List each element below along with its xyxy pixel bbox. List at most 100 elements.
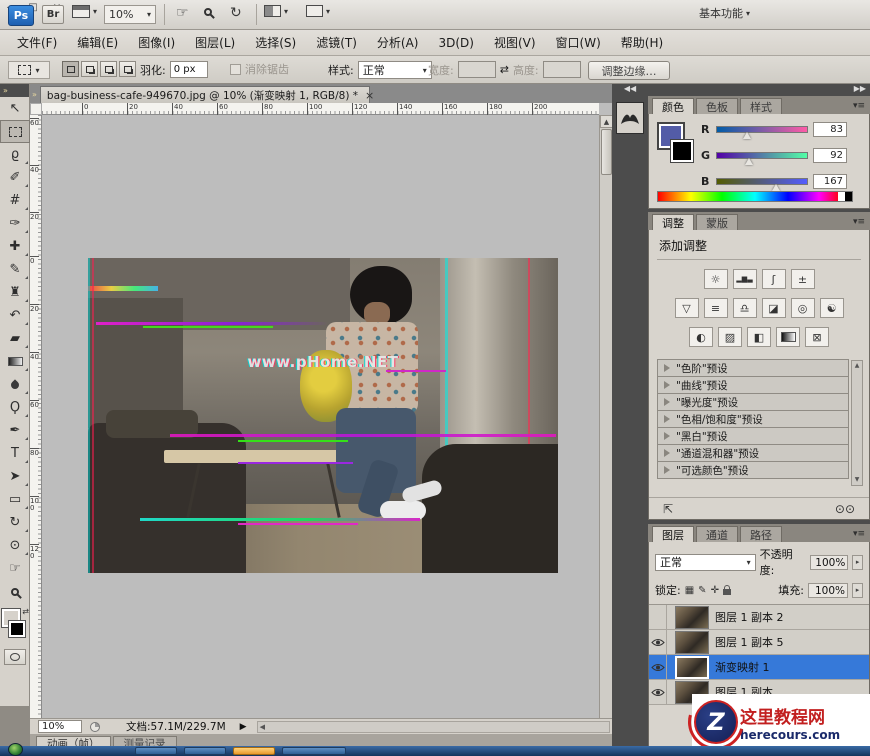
preset-channel-mixer[interactable]: "通道混和器"预设 — [657, 444, 849, 462]
subtract-from-selection-button[interactable] — [100, 61, 117, 77]
expand-triangle-icon[interactable] — [664, 364, 670, 372]
swap-colors-icon[interactable]: ⇄ — [22, 607, 29, 616]
tab-masks[interactable]: 蒙版 — [696, 214, 738, 230]
add-to-selection-button[interactable] — [81, 61, 98, 77]
menu-view[interactable]: 视图(V) — [485, 31, 545, 54]
opacity-value[interactable]: 100% — [810, 555, 849, 570]
layer-name[interactable]: 图层 1 副本 2 — [715, 609, 784, 625]
visibility-toggle[interactable] — [649, 630, 667, 655]
slider-thumb[interactable] — [743, 132, 751, 139]
arrange-documents-button[interactable]: ▾ — [264, 5, 288, 17]
panel-menu-icon[interactable]: ▾≡ — [853, 217, 870, 230]
close-tab-icon[interactable]: × — [365, 89, 374, 102]
menu-window[interactable]: 窗口(W) — [547, 31, 610, 54]
eyedropper-tool[interactable]: ✑ — [0, 212, 30, 235]
red-value-input[interactable]: 83 — [813, 122, 847, 137]
white-black-cells[interactable] — [838, 192, 852, 201]
screen-mode-button[interactable]: ▾ — [306, 5, 330, 17]
levels-icon[interactable]: ▂▆▃ — [733, 269, 757, 289]
vertical-scrollbar[interactable]: ▲ ▼ — [599, 115, 612, 735]
status-menu-arrow[interactable]: ▶ — [240, 722, 247, 732]
exposure-icon[interactable]: ± — [791, 269, 815, 289]
style-select[interactable]: 正常 ▾ — [358, 61, 432, 79]
intersect-selection-button[interactable] — [119, 61, 136, 77]
3d-rotate-tool[interactable]: ↻ — [0, 511, 30, 534]
tools-collapse-strip[interactable]: » — [0, 84, 29, 97]
tab-swatches[interactable]: 色板 — [696, 98, 738, 114]
lock-transparency-icon[interactable]: ▦ — [685, 585, 694, 596]
layer-name[interactable]: 渐变映射 1 — [715, 659, 770, 675]
lock-all-icon[interactable] — [723, 589, 731, 595]
preset-exposure[interactable]: "曝光度"预设 — [657, 393, 849, 411]
layer-row-selected[interactable]: 渐变映射 1 — [649, 655, 869, 680]
taskbar-button[interactable] — [184, 747, 226, 755]
background-color-swatch[interactable] — [671, 140, 693, 162]
menu-image[interactable]: 图像(I) — [129, 31, 184, 54]
panel-menu-icon[interactable]: ▾≡ — [853, 101, 870, 114]
height-input[interactable] — [543, 61, 581, 78]
green-slider[interactable] — [716, 152, 808, 159]
layer-thumbnail[interactable] — [675, 606, 709, 629]
expand-triangle-icon[interactable] — [664, 466, 670, 474]
menu-edit[interactable]: 编辑(E) — [68, 31, 127, 54]
scrollbar-thumb[interactable] — [601, 129, 612, 175]
move-tool[interactable]: ↖ — [0, 97, 30, 120]
expand-triangle-icon[interactable] — [664, 398, 670, 406]
swap-width-height-icon[interactable]: ⇄ — [500, 63, 509, 76]
start-button[interactable] — [8, 743, 23, 756]
taskbar-button-active[interactable] — [233, 747, 275, 755]
menu-analysis[interactable]: 分析(A) — [368, 31, 428, 54]
blend-mode-select[interactable]: 正常 ▾ — [655, 554, 756, 571]
type-tool[interactable]: T — [0, 442, 30, 465]
tab-color[interactable]: 颜色 — [652, 98, 694, 114]
invert-icon[interactable]: ◐ — [689, 327, 713, 347]
bridge-button[interactable]: Br — [42, 5, 64, 24]
threshold-icon[interactable]: ◧ — [747, 327, 771, 347]
taskbar-button[interactable] — [135, 747, 177, 755]
refine-edge-button[interactable]: 调整边缘… — [588, 61, 670, 80]
opacity-spinner-icon[interactable]: ▸ — [852, 555, 863, 570]
gradient-map-icon[interactable] — [776, 327, 800, 347]
preset-selective-color[interactable]: "可选颜色"预设 — [657, 461, 849, 479]
history-brush-tool[interactable]: ↶ — [0, 304, 30, 327]
pen-tool[interactable]: ✒ — [0, 419, 30, 442]
layer-thumbnail[interactable] — [675, 656, 709, 679]
menu-layer[interactable]: 图层(L) — [186, 31, 244, 54]
green-value-input[interactable]: 92 — [813, 148, 847, 163]
visibility-toggle-icon[interactable]: ⊙⊙ — [835, 502, 855, 516]
canvas-area[interactable]: www.pHome.NET — [42, 115, 599, 735]
scroll-down-icon[interactable]: ▼ — [852, 475, 862, 485]
zoom-level-select[interactable]: 10% ▾ — [104, 5, 156, 24]
preset-curves[interactable]: "曲线"预设 — [657, 376, 849, 394]
rectangular-marquee-tool[interactable] — [0, 120, 30, 143]
visibility-toggle[interactable] — [649, 680, 667, 705]
slider-thumb[interactable] — [745, 158, 753, 165]
canvas-image[interactable]: www.pHome.NET — [88, 258, 558, 573]
rotate-view-button[interactable]: ↻ — [230, 5, 242, 21]
taskbar-button[interactable] — [282, 747, 346, 755]
layer-name[interactable]: 图层 1 副本 5 — [715, 634, 784, 650]
blue-slider[interactable] — [716, 178, 808, 185]
expand-triangle-icon[interactable] — [664, 432, 670, 440]
layer-thumbnail[interactable] — [675, 631, 709, 654]
tab-layers[interactable]: 图层 — [652, 526, 694, 542]
scroll-up-icon[interactable]: ▲ — [852, 361, 862, 371]
collapsed-panel-icon[interactable] — [616, 102, 644, 134]
presets-scrollbar[interactable]: ▲ ▼ — [851, 360, 863, 486]
tab-paths[interactable]: 路径 — [740, 526, 782, 542]
lock-paint-icon[interactable]: ✎ — [698, 585, 706, 596]
expand-triangle-icon[interactable] — [664, 415, 670, 423]
scroll-left-icon[interactable]: ◀ — [258, 723, 267, 731]
panel-menu-icon[interactable]: ▾≡ — [853, 529, 870, 542]
hand-tool-button[interactable]: ☞ — [176, 5, 189, 21]
layer-row[interactable]: 图层 1 副本 5 — [649, 630, 869, 655]
curves-icon[interactable]: ʃ — [762, 269, 786, 289]
tab-adjustments[interactable]: 调整 — [652, 214, 694, 230]
brightness-contrast-icon[interactable]: ☼ — [704, 269, 728, 289]
quick-selection-tool[interactable]: ✐ — [0, 166, 30, 189]
blue-value-input[interactable]: 167 — [813, 174, 847, 189]
eraser-tool[interactable]: ▰ — [0, 327, 30, 350]
shape-tool[interactable]: ▭ — [0, 488, 30, 511]
hand-tool[interactable]: ☞ — [0, 557, 30, 580]
feather-input[interactable]: 0 px — [170, 61, 208, 78]
